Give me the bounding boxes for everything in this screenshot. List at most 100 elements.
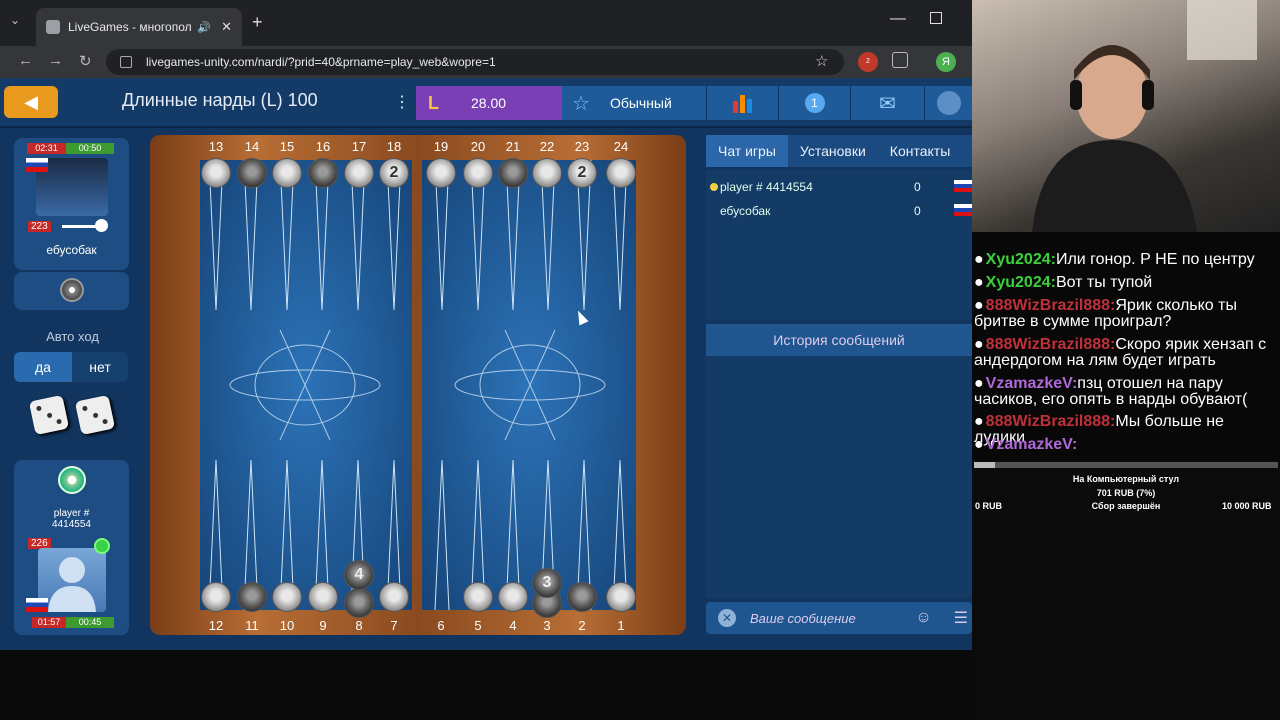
light-checker[interactable] [272,582,302,612]
message-input[interactable]: Ваше сообщение [750,611,915,626]
more-menu-icon[interactable]: ⋮ [394,92,410,112]
browser-tab[interactable]: LiveGames - многопользов 🔊 ✕ [36,8,242,46]
light-checker[interactable] [606,582,636,612]
game-title: Длинные нарды (L) 100 [122,90,318,110]
tab-contacts[interactable]: Контакты [878,135,962,167]
point-number: 3 [543,618,551,633]
dark-checker[interactable] [237,158,267,188]
point-number: 19 [433,139,449,154]
user-silhouette-icon [48,557,96,612]
minimize-window-icon[interactable]: — [890,10,906,28]
light-checker[interactable] [344,158,374,188]
chat-username: 888WizBrazil888: [985,413,1116,430]
url-field[interactable]: livegames-unity.com/nardi/?prid=40&prnam… [106,49,844,75]
point-number: 20 [470,139,486,154]
opponent-name: ебусобак [46,243,97,257]
dark-checker[interactable] [344,588,374,618]
auto-move-yes-button[interactable]: да [14,352,72,382]
bullet-icon: ● [974,297,984,314]
dark-checker[interactable] [237,582,267,612]
right-panel-tabs: Чат игры Установки Контакты [706,135,972,167]
back-arrow-icon[interactable]: ← [18,52,33,69]
player-row[interactable]: ебусобак 0 [710,204,972,218]
light-checker[interactable] [532,158,562,188]
bookmark-star-icon[interactable]: ☆ [815,52,828,70]
slider-knob[interactable] [95,219,108,232]
maximize-window-icon[interactable] [930,12,942,24]
stream-chat-message: ● 888WizBrazil888:Скоро ярик хензап с анд… [974,337,1278,369]
online-status-icon [94,538,110,554]
light-checker-icon [58,466,86,494]
clear-message-icon[interactable]: ✕ [718,609,736,627]
russia-flag-icon [954,204,972,216]
dark-checker[interactable] [567,582,597,612]
light-checker[interactable] [272,158,302,188]
light-checker[interactable] [426,158,456,188]
light-checker[interactable] [606,158,636,188]
bullet-icon: ● [974,274,984,291]
light-checker[interactable] [201,582,231,612]
light-checker[interactable]: 2 [379,158,409,188]
dark-checker[interactable] [498,158,528,188]
point-number: 16 [315,139,331,154]
extensions-puzzle-icon[interactable] [892,52,908,68]
point-number: 11 [245,618,259,633]
send-icon[interactable]: ☰ [954,608,968,628]
player-row[interactable]: player # 4414554 0 [710,180,972,194]
light-checker[interactable] [201,158,231,188]
point-number: 17 [351,139,367,154]
streamer-image [1032,0,1257,232]
my-avatar[interactable] [38,548,106,612]
light-checker[interactable] [463,582,493,612]
stats-button[interactable] [706,86,778,120]
bullet-icon: ● [974,413,984,430]
point-number: 5 [474,618,482,633]
back-button[interactable]: ◀ [4,86,58,118]
dark-checker[interactable]: 4 [344,560,374,590]
russia-flag-icon [26,158,48,172]
close-tab-icon[interactable]: ✕ [221,19,232,35]
light-checker[interactable] [498,582,528,612]
player-row-name: ебусобак [720,204,771,218]
tab-game-chat[interactable]: Чат игры [706,135,788,167]
extension-badge: 2 [866,58,870,65]
chat-username: VzamazkeV: [985,375,1078,392]
tab-settings[interactable]: Установки [788,135,878,167]
point-number: 18 [386,139,402,154]
emoji-icon[interactable]: ☺ [915,609,931,627]
reload-icon[interactable]: ↻ [79,52,92,70]
dark-checker[interactable]: 3 [532,568,562,598]
message-history-header[interactable]: История сообщений [706,324,972,356]
forward-arrow-icon[interactable]: → [48,52,63,69]
dark-checker[interactable] [308,158,338,188]
die-icon [28,394,70,436]
extension-icon[interactable]: 2 [858,52,878,72]
currency-icon: L [428,92,439,113]
light-checker[interactable] [308,582,338,612]
new-tab-button[interactable]: + [252,12,263,33]
chat-username: Xyu2024: [985,251,1056,268]
point-number: 10 [279,618,295,633]
chat-username: 888WizBrazil888: [985,336,1116,353]
coins-value: 28.00 [471,95,507,111]
light-checker[interactable]: 2 [567,158,597,188]
coins-balance[interactable]: L 28.00 [416,86,562,120]
stream-chat-message: ● VzamazkeV: [974,437,1278,453]
game-mode[interactable]: ☆ Обычный [562,86,706,120]
light-checker[interactable] [463,158,493,188]
tab-search-icon[interactable]: ⌄ [10,13,20,27]
notifications-button[interactable]: 1 [778,86,850,120]
url-text: livegames-unity.com/nardi/?prid=40&prnam… [146,55,496,69]
profile-avatar[interactable]: Я [936,52,956,72]
light-checker[interactable] [379,582,409,612]
site-info-icon[interactable] [120,56,132,68]
auto-move-no-button[interactable]: нет [72,352,128,382]
point-number: 21 [505,139,521,154]
chat-username: Xyu2024: [985,274,1056,291]
notification-count: 1 [804,93,825,113]
mode-label: Обычный [609,95,672,111]
speaker-icon[interactable]: 🔊 [197,21,211,34]
mail-button[interactable]: ✉ [850,86,924,120]
profile-button[interactable] [924,86,972,120]
player-row-name: player # 4414554 [720,180,813,194]
